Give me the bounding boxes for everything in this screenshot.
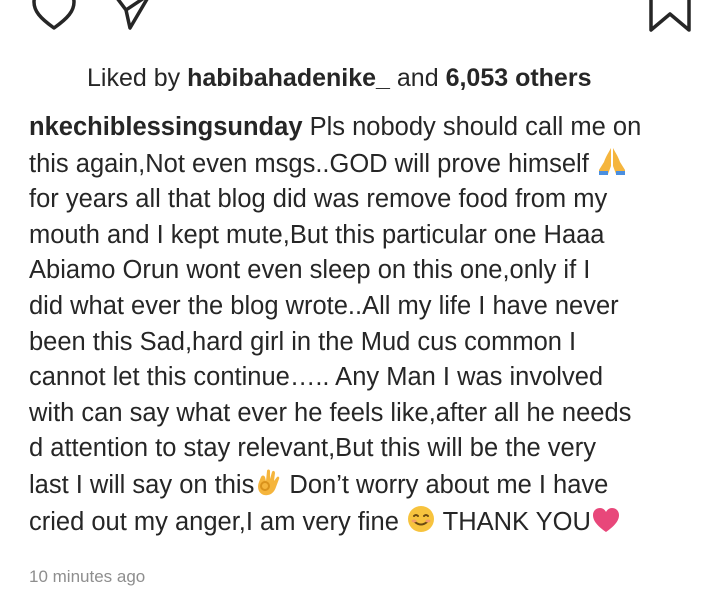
caption-text: Pls nobody should call me on [302,113,642,141]
caption-text: did what ever the blog wrote..All my lif… [29,291,619,320]
likes-summary[interactable]: Liked by habibahadenike_ and 6,053 other… [87,61,591,95]
caption-line: for years all that blog did was remove f… [29,182,705,218]
caption-text: last I will say on this [29,470,255,499]
liked-by-username[interactable]: habibahadenike_ [187,64,390,92]
heart-icon[interactable] [30,0,78,34]
ok-hand-emoji [258,469,280,496]
caption-text: THANK YOU [436,507,591,536]
caption-text: mouth and I kept mute,But this particula… [29,220,605,249]
bookmark-icon[interactable] [646,0,694,34]
caption-text: been this Sad,hard girl in the Mud cus c… [29,327,577,356]
caption-line: d attention to stay relevant,But this wi… [29,431,705,467]
caption-line: cried out my anger,I am very fine THANK … [29,504,705,541]
caption-text: for years all that blog did was remove f… [29,185,608,214]
caption-text: with can say what ever he feels like,aft… [29,398,632,427]
caption-line: been this Sad,hard girl in the Mud cus c… [29,325,705,361]
caption-text: Abiamo Orun wont even sleep on this one,… [29,256,591,285]
caption-line: nkechiblessingsunday Pls nobody should c… [29,110,705,146]
caption-text: d attention to stay relevant,But this wi… [29,434,596,463]
caption-text: this again,Not even msgs..GOD will prove… [29,149,596,178]
caption-line: with can say what ever he feels like,aft… [29,396,705,432]
post-caption: nkechiblessingsunday Pls nobody should c… [29,110,705,540]
paper-plane-icon[interactable] [110,0,154,32]
caption-username[interactable]: nkechiblessingsunday [29,113,303,141]
caption-line: Abiamo Orun wont even sleep on this one,… [29,253,705,289]
likes-prefix: Liked by [87,64,181,92]
likes-count[interactable]: 6,053 others [446,64,592,92]
caption-text: cried out my anger,I am very fine [29,507,406,536]
caption-line: last I will say on this Don’t worry abou… [29,467,705,504]
caption-text: Don’t worry about me I have [282,470,609,499]
likes-connector: and [396,64,439,92]
caption-line: mouth and I kept mute,But this particula… [29,218,705,254]
caption-text: cannot let this continue….. Any Man I wa… [29,363,604,392]
caption-line: this again,Not even msgs..GOD will prove… [29,146,705,183]
folded-hands-emoji [598,147,625,175]
caption-line: cannot let this continue….. Any Man I wa… [29,360,705,396]
smiling-face-emoji [408,505,434,532]
post-timestamp: 10 minutes ago [29,567,146,586]
pink-heart-emoji [592,507,619,532]
caption-line: did what ever the blog wrote..All my lif… [29,289,705,325]
post-action-bar [0,0,720,40]
